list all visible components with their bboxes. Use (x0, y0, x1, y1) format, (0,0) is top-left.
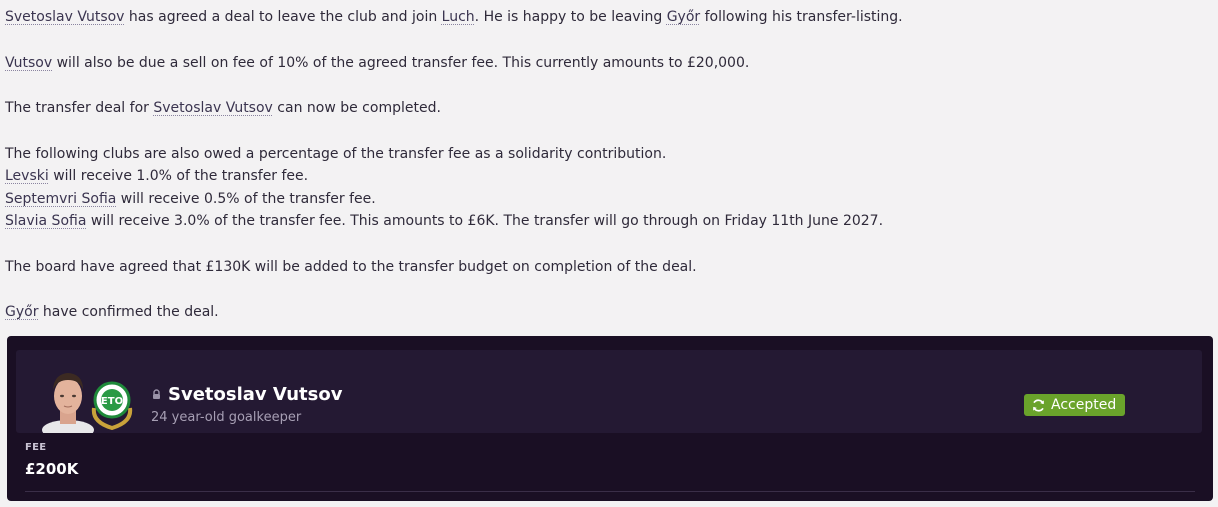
text: . He is happy to be leaving (474, 9, 667, 25)
player-name[interactable]: Svetoslav Vutsov (168, 384, 342, 405)
news-paragraph-5: The board have agreed that £130K will be… (5, 258, 697, 275)
player-link[interactable]: Svetoslav Vutsov (153, 100, 272, 116)
player-header[interactable]: ETO Svetoslav Vutsov 24 year-old goalkee… (16, 350, 1202, 433)
status-label: Accepted (1051, 397, 1117, 413)
club-link-septemvri[interactable]: Septemvri Sofia (5, 191, 116, 207)
club-link-levski[interactable]: Levski (5, 168, 49, 184)
text: can now be completed. (272, 100, 441, 116)
news-paragraph-3: The transfer deal for Svetoslav Vutsov c… (5, 97, 1205, 120)
solidarity-line-1: Levski will receive 1.0% of the transfer… (5, 165, 1205, 188)
text: will receive 1.0% of the transfer fee. (48, 168, 309, 184)
player-description: 24 year-old goalkeeper (151, 410, 302, 425)
refresh-icon (1033, 398, 1044, 412)
club-link-luch[interactable]: Luch (442, 9, 475, 25)
player-name-row: Svetoslav Vutsov (151, 384, 342, 405)
transfer-card: ETO Svetoslav Vutsov 24 year-old goalkee… (7, 336, 1213, 501)
svg-text:ETO: ETO (101, 396, 123, 407)
club-crest[interactable]: ETO (88, 378, 136, 430)
news-paragraph-1: Svetoslav Vutsov has agreed a deal to le… (5, 6, 1205, 29)
club-link-slavia[interactable]: Slavia Sofia (5, 213, 86, 229)
lock-icon (153, 389, 160, 399)
text: following his transfer-listing. (700, 9, 903, 25)
news-paragraph-6: Győr have confirmed the deal. (5, 301, 1205, 324)
club-link-gyor[interactable]: Győr (5, 304, 38, 320)
text: has agreed a deal to leave the club and … (124, 9, 442, 25)
news-paragraph-2: Vutsov will also be due a sell on fee of… (5, 52, 1205, 75)
player-link[interactable]: Vutsov (5, 55, 52, 71)
player-link[interactable]: Svetoslav Vutsov (5, 9, 124, 25)
text: The transfer deal for (5, 100, 154, 116)
text: will also be due a sell on fee of 10% of… (52, 54, 750, 71)
solidarity-line-3: Slavia Sofia will receive 3.0% of the tr… (5, 210, 1205, 233)
status-badge: Accepted (1024, 394, 1125, 416)
divider (25, 491, 1195, 492)
news-body: Svetoslav Vutsov has agreed a deal to le… (5, 6, 1205, 324)
text: will receive 0.5% of the transfer fee. (116, 190, 376, 207)
fee-label: FEE (25, 442, 47, 453)
solidarity-line-2: Septemvri Sofia will receive 0.5% of the… (5, 188, 1205, 211)
fee-value: £200K (25, 460, 79, 478)
text: have confirmed the deal. (38, 304, 219, 320)
solidarity-intro: The following clubs are also owed a perc… (5, 145, 667, 162)
club-link-gyor[interactable]: Győr (667, 9, 700, 25)
text: will receive 3.0% of the transfer fee. T… (86, 213, 884, 229)
